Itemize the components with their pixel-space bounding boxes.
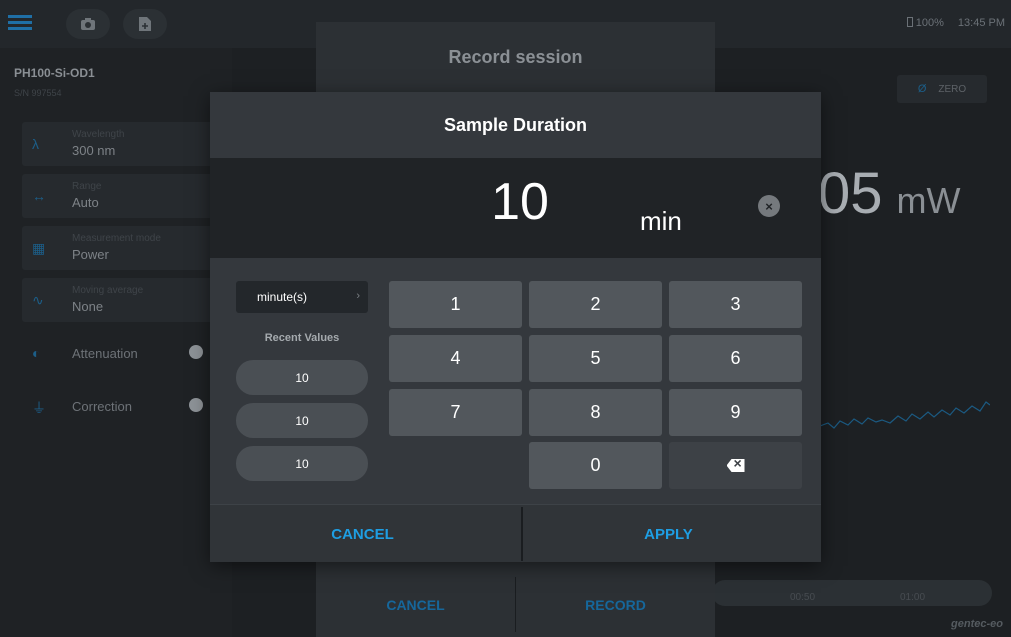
timeline-tick: 00:50 bbox=[790, 592, 816, 603]
key-9[interactable]: 9 bbox=[669, 389, 802, 436]
key-0[interactable]: 0 bbox=[529, 442, 662, 489]
param-value: 300 nm bbox=[72, 143, 116, 158]
record-dialog-footer: CANCEL RECORD bbox=[316, 577, 715, 632]
wave-icon: ∿ bbox=[32, 292, 44, 308]
app-root: 100% 13:45 PM PH100-Si-OD1 S/N 997554 λ … bbox=[0, 0, 1011, 637]
power-reading: 05 mW bbox=[818, 160, 960, 227]
recent-value-button[interactable]: 10 bbox=[236, 446, 368, 481]
record-button[interactable]: RECORD bbox=[516, 577, 715, 632]
file-add-icon bbox=[139, 17, 151, 31]
param-value: None bbox=[72, 299, 104, 314]
key-8[interactable]: 8 bbox=[529, 389, 662, 436]
clock: 13:45 PM bbox=[957, 17, 1005, 29]
key-2[interactable]: 2 bbox=[529, 281, 662, 328]
duration-value: 10 bbox=[491, 173, 549, 231]
apply-button[interactable]: APPLY bbox=[516, 505, 821, 563]
param-range[interactable]: ↔ Range Auto bbox=[22, 174, 232, 218]
param-label: Measurement mode bbox=[72, 233, 161, 244]
key-3[interactable]: 3 bbox=[669, 281, 802, 328]
sample-duration-dialog: Sample Duration 10 min × minute(s) › Rec… bbox=[210, 92, 821, 562]
timeline-scrubber[interactable] bbox=[712, 580, 992, 606]
reading-value: 05 bbox=[818, 161, 883, 226]
power-trace bbox=[820, 401, 990, 429]
param-label: Wavelength bbox=[72, 129, 125, 140]
brand-logo: gentec-eo bbox=[951, 618, 1003, 630]
cancel-button[interactable]: CANCEL bbox=[210, 505, 515, 563]
attenuation-toggle[interactable] bbox=[189, 345, 203, 359]
battery-icon bbox=[906, 17, 913, 27]
timeline-tick: 01:00 bbox=[900, 592, 926, 603]
recent-value-button[interactable]: 10 bbox=[236, 360, 368, 395]
new-file-button[interactable] bbox=[123, 9, 167, 39]
menu-icon[interactable] bbox=[8, 12, 32, 36]
zero-label: ZERO bbox=[938, 83, 967, 95]
backspace-icon bbox=[726, 459, 745, 472]
key-1[interactable]: 1 bbox=[389, 281, 522, 328]
correction-toggle-row[interactable]: ⏚ Correction bbox=[22, 387, 232, 427]
reading-unit: mW bbox=[896, 180, 961, 221]
param-value: Power bbox=[72, 247, 109, 262]
key-6[interactable]: 6 bbox=[669, 335, 802, 382]
device-name: PH100-Si-OD1 bbox=[14, 66, 95, 80]
param-label: Range bbox=[72, 181, 102, 192]
battery-status: 100% bbox=[906, 17, 944, 29]
param-measurement-mode[interactable]: ▦ Measurement mode Power bbox=[22, 226, 232, 270]
clear-icon[interactable]: × bbox=[758, 195, 780, 217]
backspace-button[interactable] bbox=[669, 442, 802, 489]
toggle-label: Attenuation bbox=[72, 346, 138, 361]
correction-icon: ⏚ bbox=[32, 400, 46, 416]
param-wavelength[interactable]: λ Wavelength 300 nm bbox=[22, 122, 232, 166]
zero-icon: Ø bbox=[917, 83, 927, 95]
unit-select[interactable]: minute(s) › bbox=[236, 281, 368, 313]
attenuation-icon: ◐ bbox=[32, 345, 41, 361]
battery-level: 100% bbox=[915, 17, 944, 29]
dialog-title: Sample Duration bbox=[443, 114, 588, 135]
key-5[interactable]: 5 bbox=[529, 335, 662, 382]
lambda-icon: λ bbox=[32, 136, 39, 152]
camera-button[interactable] bbox=[66, 9, 110, 39]
param-label: Moving average bbox=[72, 285, 144, 296]
dialog-footer: CANCEL APPLY bbox=[210, 504, 821, 562]
key-4[interactable]: 4 bbox=[389, 335, 522, 382]
param-value: Auto bbox=[72, 195, 99, 210]
duration-unit: min bbox=[640, 206, 682, 236]
grid-icon: ▦ bbox=[32, 240, 46, 256]
attenuation-toggle-row[interactable]: ◐ Attenuation bbox=[22, 334, 232, 374]
unit-select-value: minute(s) bbox=[257, 290, 308, 304]
value-display: 10 min × bbox=[210, 158, 821, 258]
key-7[interactable]: 7 bbox=[389, 389, 522, 436]
record-dialog-title: Record session bbox=[448, 46, 583, 67]
record-cancel-button[interactable]: CANCEL bbox=[316, 577, 515, 632]
range-icon: ↔ bbox=[32, 188, 46, 204]
recent-value-button[interactable]: 10 bbox=[236, 403, 368, 438]
toggle-label: Correction bbox=[72, 399, 132, 414]
device-serial: S/N 997554 bbox=[14, 88, 62, 98]
correction-toggle[interactable] bbox=[189, 398, 203, 412]
camera-icon bbox=[81, 18, 95, 30]
status-bar: 100% 13:45 PM bbox=[906, 17, 1005, 29]
param-moving-average[interactable]: ∿ Moving average None bbox=[22, 278, 232, 322]
recent-values-label: Recent Values bbox=[264, 332, 340, 344]
chevron-right-icon: › bbox=[356, 290, 360, 302]
zero-button[interactable]: Ø ZERO bbox=[897, 75, 987, 103]
